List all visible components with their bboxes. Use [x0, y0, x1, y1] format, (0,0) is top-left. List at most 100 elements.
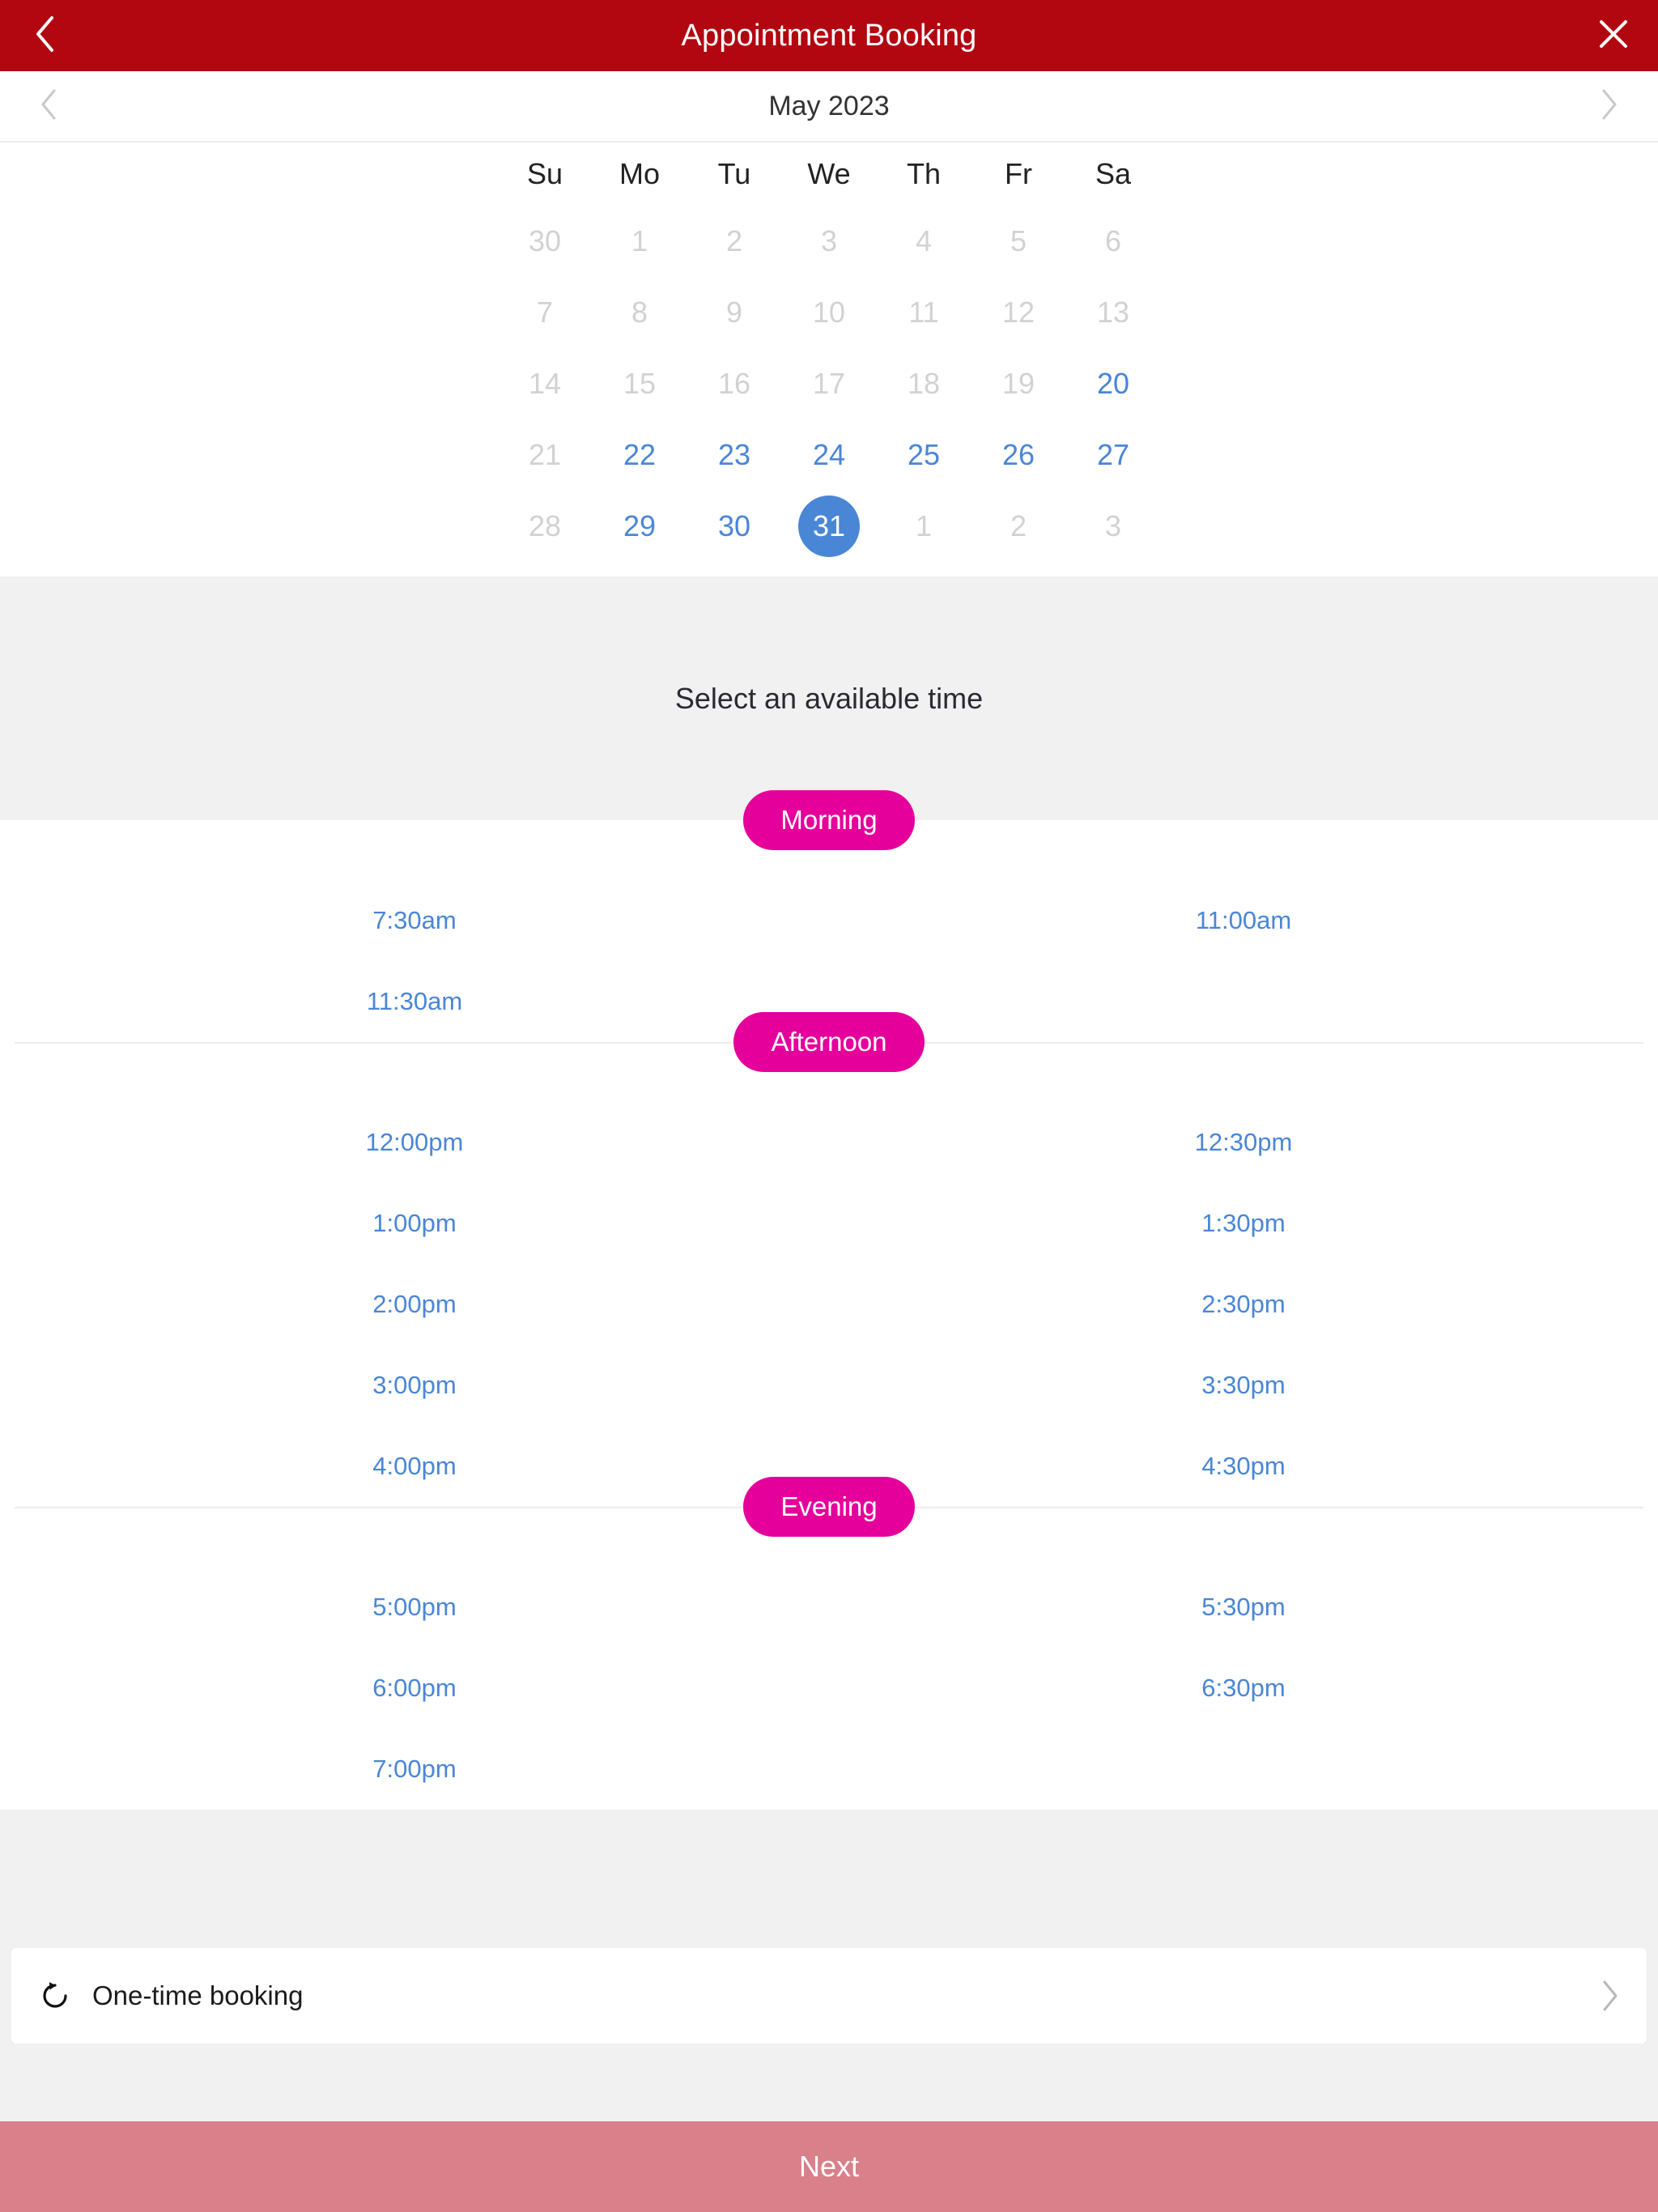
time-slot[interactable]: 11:30am [0, 961, 829, 1042]
calendar-day-label: 31 [798, 496, 860, 557]
time-slot[interactable]: 12:00pm [0, 1102, 829, 1183]
calendar-day-disabled: 5 [1010, 224, 1027, 257]
calendar-day[interactable]: 27 [1066, 419, 1161, 491]
calendar-day-disabled: 21 [528, 438, 562, 471]
close-icon [1597, 18, 1630, 54]
weekday-header: We [807, 157, 851, 190]
recurrence-row[interactable]: One-time booking [11, 1948, 1647, 2044]
weekday-header: Mo [619, 157, 660, 190]
calendar-day-disabled: 6 [1104, 224, 1122, 257]
time-slot[interactable]: 3:30pm [829, 1345, 1658, 1426]
calendar-weeks: 30 1 2 3 4 5 6 7 8 9 10 11 12 13 14 15 16 17 18 19 20 21 22 23 2… [0, 206, 1658, 562]
calendar-day[interactable]: 30 [687, 491, 782, 562]
time-slot-sections: Morning 7:30am 11:00am 11:30am Afternoon 12:0… [0, 790, 1658, 1810]
slot-row: 7:00pm [0, 1729, 1658, 1810]
previous-month-button[interactable] [0, 71, 97, 141]
calendar-week-row: 28 29 30 31 1 2 3 [0, 491, 1658, 562]
close-button[interactable] [1569, 0, 1658, 71]
bottom-spacer [0, 1810, 1658, 1937]
time-section: Afternoon 12:00pm 12:30pm 1:00pm 1:30pm 2:00p… [0, 1012, 1658, 1507]
calendar-day-disabled: 2 [725, 224, 743, 257]
time-slot[interactable]: 5:30pm [829, 1567, 1658, 1648]
calendar-day[interactable]: 22 [593, 419, 687, 491]
calendar-day-disabled: 12 [1001, 296, 1035, 329]
calendar-week-row: 14 15 16 17 18 19 20 [0, 348, 1658, 419]
slot-row: 6:00pm 6:30pm [0, 1648, 1658, 1729]
slot-row: 1:00pm 1:30pm [0, 1183, 1658, 1264]
slot-grid: 5:00pm 5:30pm 6:00pm 6:30pm 7:00pm [0, 1507, 1658, 1810]
time-slot[interactable]: 6:00pm [0, 1648, 829, 1729]
time-slot-empty [829, 961, 1658, 1042]
calendar-day-disabled: 30 [528, 224, 562, 257]
calendar-day-disabled: 14 [528, 367, 562, 400]
next-month-button[interactable] [1561, 71, 1658, 141]
next-button[interactable]: Next [0, 2121, 1658, 2212]
time-section: Evening 5:00pm 5:30pm 6:00pm 6:30pm 7:00pm [0, 1477, 1658, 1810]
calendar-day[interactable]: 23 [687, 419, 782, 491]
section-pill-morning[interactable]: Morning [743, 790, 915, 850]
calendar-day-disabled: 16 [717, 367, 751, 400]
calendar-day-disabled: 18 [907, 367, 941, 400]
recurrence-card-wrap: One-time booking [0, 1937, 1658, 2044]
time-slot[interactable]: 2:00pm [0, 1264, 829, 1345]
calendar-day[interactable]: 20 [1066, 348, 1161, 419]
calendar-day-disabled: 1 [915, 509, 933, 542]
section-pill-afternoon[interactable]: Afternoon [733, 1012, 925, 1072]
chevron-right-icon [1601, 1980, 1619, 2012]
time-slot[interactable]: 11:00am [829, 880, 1658, 961]
availability-heading-band: Select an available time [0, 576, 1658, 820]
time-slot[interactable]: 1:30pm [829, 1183, 1658, 1264]
section-pill-evening[interactable]: Evening [743, 1477, 915, 1537]
time-slot[interactable]: 4:00pm [0, 1426, 829, 1507]
time-slot[interactable]: 5:00pm [0, 1567, 829, 1648]
recurrence-label: One-time booking [92, 1980, 304, 2010]
availability-heading: Select an available time [674, 681, 984, 715]
slot-row: 3:00pm 3:30pm [0, 1345, 1658, 1426]
slot-row: 5:00pm 5:30pm [0, 1567, 1658, 1648]
weekday-header: Sa [1095, 157, 1132, 190]
calendar-day-disabled: 13 [1096, 296, 1130, 329]
slot-row: 2:00pm 2:30pm [0, 1264, 1658, 1345]
chevron-right-icon [1601, 88, 1618, 125]
weekday-header: Th [906, 157, 941, 190]
month-navigation: May 2023 [0, 71, 1658, 143]
time-slot[interactable]: 6:30pm [829, 1648, 1658, 1729]
calendar-day-disabled: 28 [528, 509, 562, 542]
calendar-day[interactable]: 26 [971, 419, 1066, 491]
next-button-label: Next [798, 2150, 860, 2183]
time-slot[interactable]: 2:30pm [829, 1264, 1658, 1345]
time-slot[interactable]: 4:30pm [829, 1426, 1658, 1507]
calendar-week-row: 7 8 9 10 11 12 13 [0, 277, 1658, 348]
calendar-week-row: 30 1 2 3 4 5 6 [0, 206, 1658, 277]
calendar-grid: Su Mo Tu We Th Fr Sa 30 1 2 3 4 5 6 7 8 9 10 11 12 13 14 15 16… [0, 143, 1658, 576]
calendar-day-disabled: 17 [812, 367, 846, 400]
calendar-day-disabled: 3 [820, 224, 838, 257]
time-slot-empty [829, 1729, 1658, 1810]
calendar-day-selected[interactable]: 31 [782, 491, 877, 562]
weekday-header-row: Su Mo Tu We Th Fr Sa [0, 143, 1658, 206]
repeat-icon [39, 1980, 81, 2012]
page-title: Appointment Booking [681, 18, 977, 53]
slot-row: 12:00pm 12:30pm [0, 1102, 1658, 1183]
calendar-day-disabled: 19 [1001, 367, 1035, 400]
calendar-day-disabled: 8 [631, 296, 648, 329]
calendar-day[interactable]: 25 [877, 419, 971, 491]
time-slot[interactable]: 1:00pm [0, 1183, 829, 1264]
calendar-day[interactable]: 29 [593, 491, 687, 562]
time-slot[interactable]: 12:30pm [829, 1102, 1658, 1183]
back-button[interactable] [0, 0, 89, 71]
calendar-day-disabled: 11 [908, 296, 939, 329]
weekday-header: Su [526, 157, 563, 190]
slot-row: 7:30am 11:00am [0, 880, 1658, 961]
footer-spacer [0, 2044, 1658, 2121]
time-slot[interactable]: 7:30am [0, 880, 829, 961]
calendar-day[interactable]: 24 [782, 419, 877, 491]
time-slot[interactable]: 7:00pm [0, 1729, 829, 1810]
appointment-booking-screen: Appointment Booking May 2023 Su Mo Tu We… [0, 0, 1658, 2212]
calendar-week-row: 21 22 23 24 25 26 27 [0, 419, 1658, 491]
time-slot[interactable]: 3:00pm [0, 1345, 829, 1426]
weekday-header: Fr [1005, 157, 1032, 190]
calendar-day-disabled: 9 [725, 296, 743, 329]
calendar-day-disabled: 3 [1104, 509, 1122, 542]
calendar-day-disabled: 1 [631, 224, 648, 257]
